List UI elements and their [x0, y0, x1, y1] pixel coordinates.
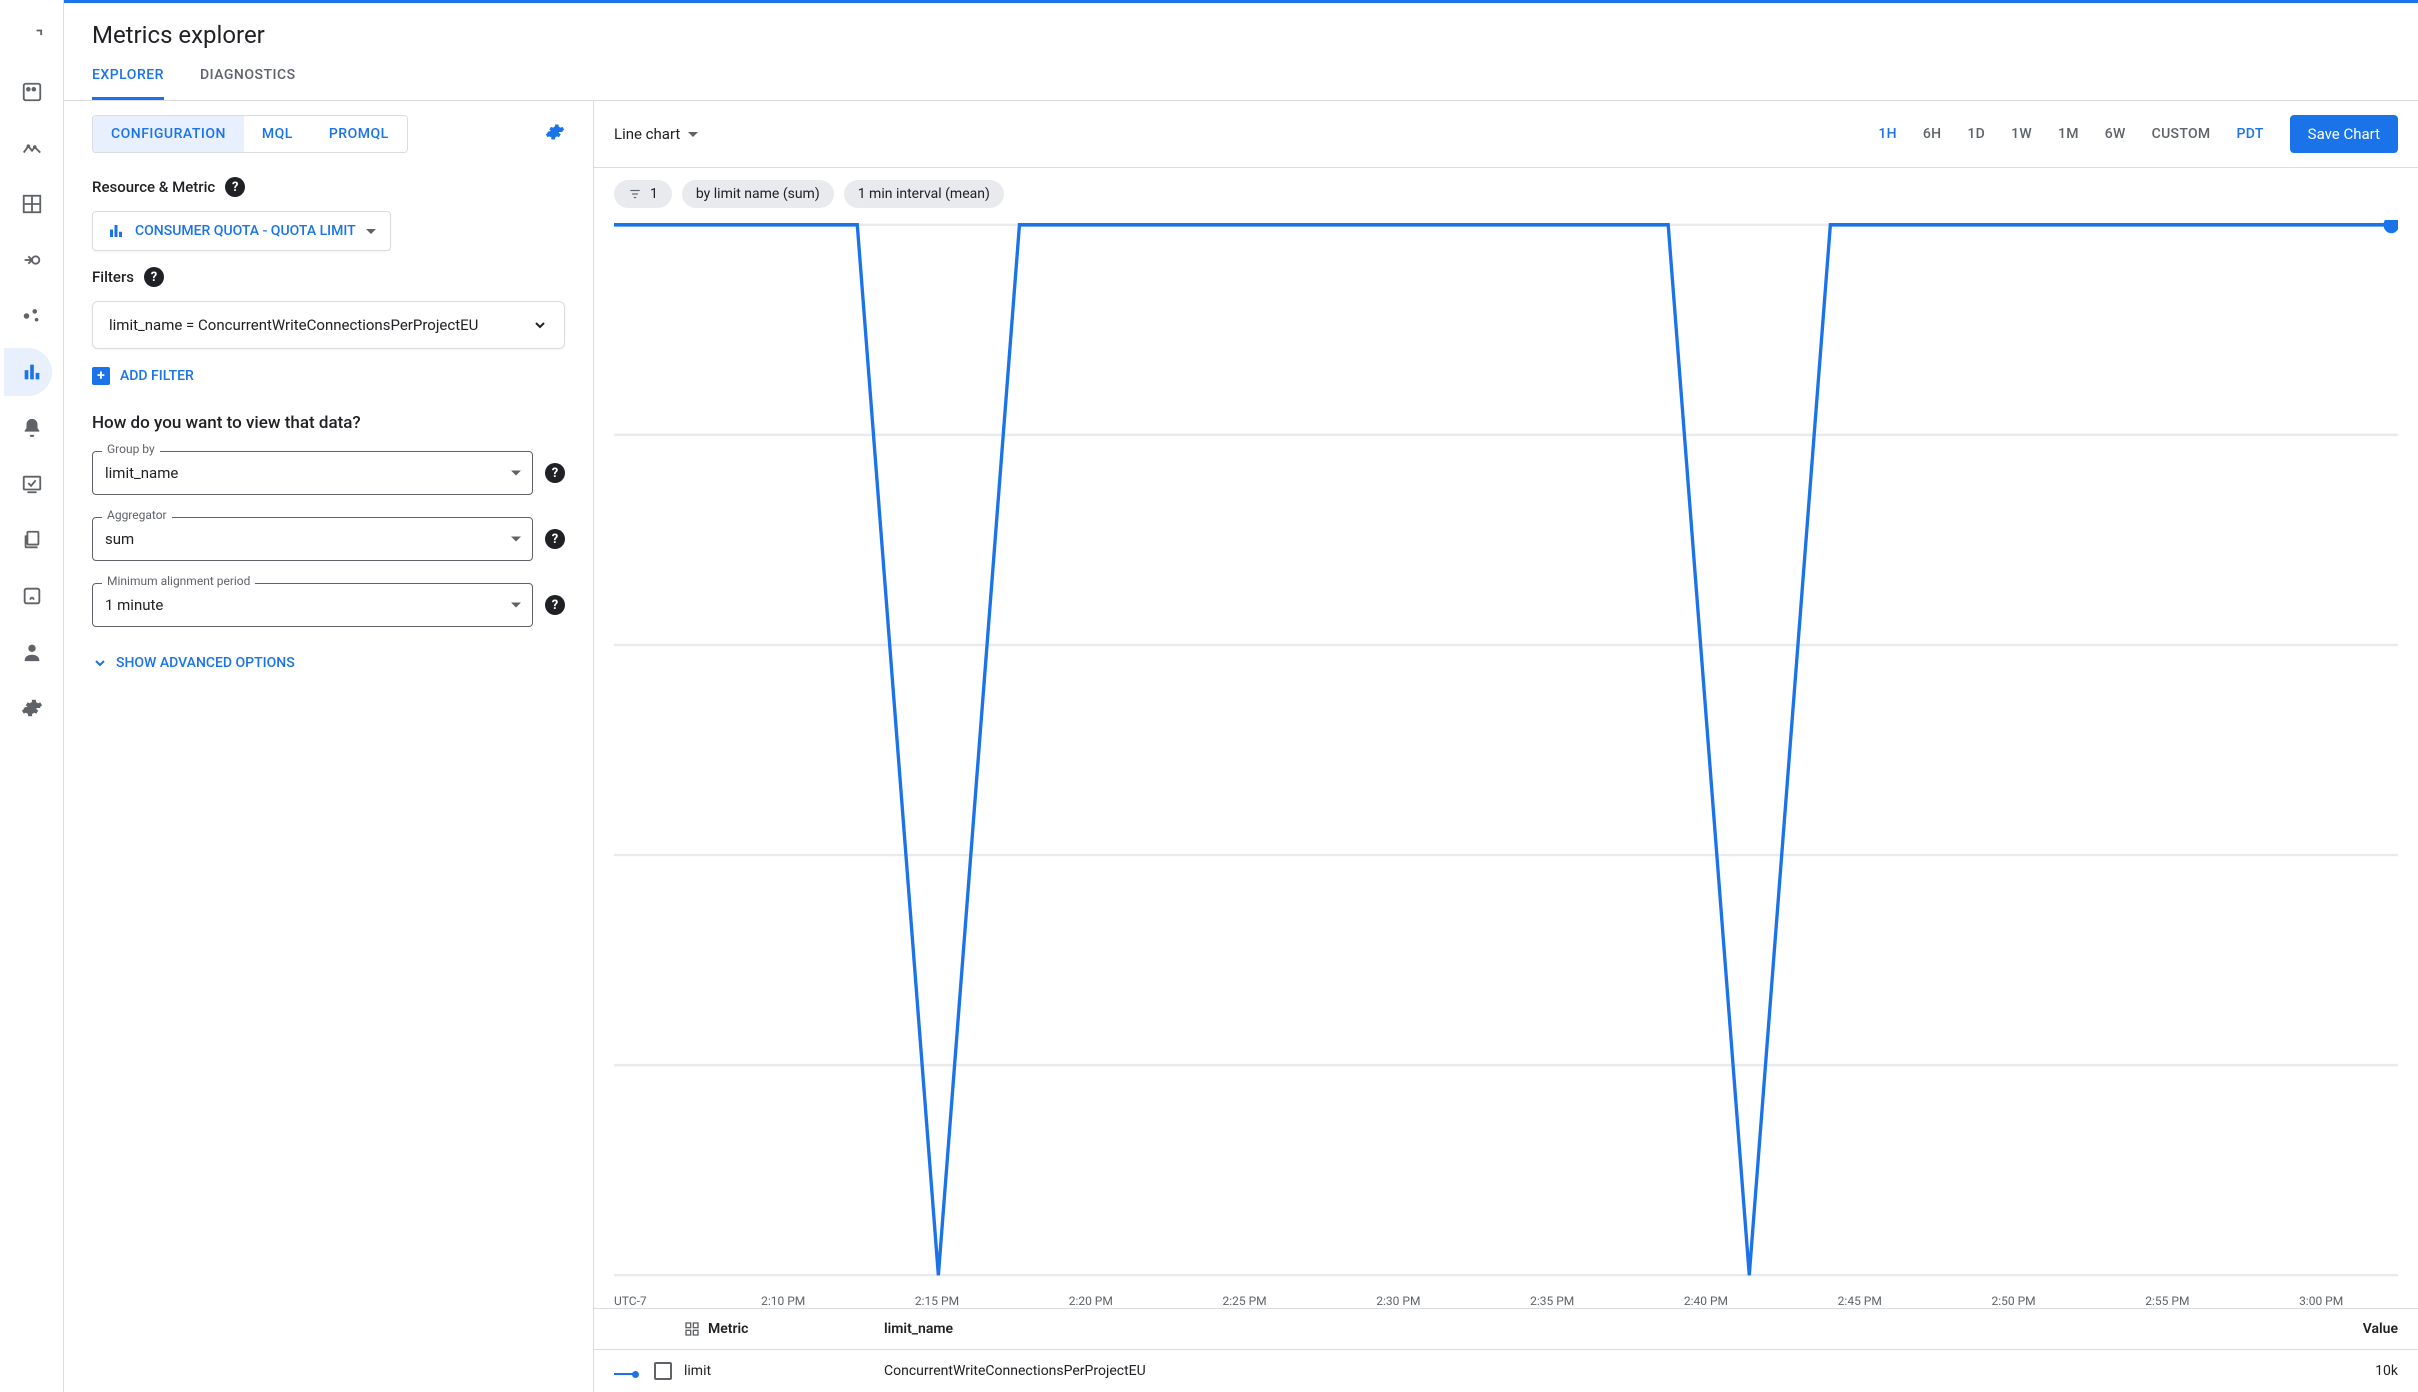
timezone-button[interactable]: PDT	[2236, 126, 2263, 142]
chevron-down-icon	[532, 317, 548, 333]
groupby-chip[interactable]: by limit name (sum)	[682, 180, 834, 208]
page-header: Metrics explorer	[64, 3, 2418, 49]
help-icon[interactable]: ?	[545, 595, 565, 615]
chevron-down-icon	[511, 537, 521, 542]
series-swatch	[614, 1373, 636, 1375]
chart-toolbar: Line chart 1H 6H 1D 1W 1M 6W CUSTOM PDT …	[594, 101, 2418, 168]
help-icon[interactable]: ?	[545, 529, 565, 549]
range-1m[interactable]: 1M	[2058, 126, 2079, 142]
aggregator-field[interactable]: Aggregator sum	[92, 517, 533, 561]
show-advanced-button[interactable]: SHOW ADVANCED OPTIONS	[92, 655, 295, 671]
save-chart-button[interactable]: Save Chart	[2290, 115, 2398, 153]
settings-gear-icon[interactable]	[545, 122, 565, 146]
range-6h[interactable]: 6H	[1923, 126, 1942, 142]
chevron-down-icon	[511, 471, 521, 476]
metric-column-header: Metric	[708, 1321, 748, 1337]
resource-metric-label: Resource & Metric ?	[92, 177, 565, 197]
chart-plot-area[interactable]	[594, 220, 2418, 1288]
nav-alerts-icon[interactable]	[4, 404, 52, 452]
grid-icon	[684, 1321, 700, 1337]
chevron-down-icon	[511, 603, 521, 608]
config-panel: CONFIGURATION MQL PROMQL Resource & Metr…	[64, 101, 594, 1392]
chevron-down-icon	[688, 132, 698, 137]
view-question-label: How do you want to view that data?	[92, 413, 565, 433]
tab-explorer[interactable]: EXPLORER	[92, 67, 164, 100]
series-limit-name: ConcurrentWriteConnectionsPerProjectEU	[884, 1363, 2318, 1379]
nav-monitoring-icon[interactable]	[4, 12, 52, 60]
chevron-down-icon	[366, 229, 376, 234]
metric-selector[interactable]: CONSUMER QUOTA - QUOTA LIMIT	[92, 211, 391, 251]
legend-row[interactable]: limit ConcurrentWriteConnectionsPerProje…	[594, 1350, 2418, 1392]
help-icon[interactable]: ?	[225, 177, 245, 197]
query-mode-tabs: CONFIGURATION MQL PROMQL	[92, 115, 408, 153]
left-nav	[0, 0, 64, 1392]
chart-chips: 1 by limit name (sum) 1 min interval (me…	[594, 168, 2418, 220]
series-checkbox[interactable]	[654, 1362, 672, 1380]
nav-explorer-icon[interactable]	[4, 348, 52, 396]
main-tabs: EXPLORER DIAGNOSTICS	[64, 49, 2418, 101]
page-title: Metrics explorer	[92, 21, 2390, 49]
value-column-header: Value	[2318, 1321, 2398, 1337]
filter-count-chip[interactable]: 1	[614, 180, 672, 208]
range-1d[interactable]: 1D	[1967, 126, 1985, 142]
nav-user-icon[interactable]	[4, 628, 52, 676]
nav-debug-icon[interactable]	[4, 572, 52, 620]
alignment-period-field[interactable]: Minimum alignment period 1 minute	[92, 583, 533, 627]
x-axis-labels: UTC-72:10 PM2:15 PM2:20 PM2:25 PM2:30 PM…	[594, 1288, 2418, 1308]
legend-table: Metric limit_name Value limit Concurrent…	[594, 1308, 2418, 1392]
nav-services-icon[interactable]	[4, 292, 52, 340]
filter-icon	[628, 187, 642, 201]
nav-metrics-icon[interactable]	[4, 124, 52, 172]
series-value: 10k	[2318, 1363, 2398, 1379]
tab-diagnostics[interactable]: DIAGNOSTICS	[200, 67, 296, 100]
range-1w[interactable]: 1W	[2011, 126, 2032, 142]
subtab-promql[interactable]: PROMQL	[311, 116, 407, 152]
interval-chip[interactable]: 1 min interval (mean)	[844, 180, 1004, 208]
nav-dashboard-icon[interactable]	[4, 68, 52, 116]
limit-name-column-header: limit_name	[884, 1321, 2318, 1337]
chart-panel: Line chart 1H 6H 1D 1W 1M 6W CUSTOM PDT …	[594, 101, 2418, 1392]
subtab-configuration[interactable]: CONFIGURATION	[93, 116, 244, 152]
filters-label: Filters ?	[92, 267, 565, 287]
time-range-selector: 1H 6H 1D 1W 1M 6W CUSTOM PDT Save Chart	[1878, 115, 2398, 153]
range-6w[interactable]: 6W	[2105, 126, 2126, 142]
chevron-down-icon	[92, 655, 108, 671]
bar-chart-icon	[107, 222, 125, 240]
nav-groups-icon[interactable]	[4, 516, 52, 564]
nav-grid-icon[interactable]	[4, 180, 52, 228]
range-custom[interactable]: CUSTOM	[2152, 126, 2211, 142]
help-icon[interactable]: ?	[144, 267, 164, 287]
range-1h[interactable]: 1H	[1878, 126, 1897, 142]
nav-settings-icon[interactable]	[4, 684, 52, 732]
add-filter-button[interactable]: + ADD FILTER	[92, 367, 194, 385]
help-icon[interactable]: ?	[545, 463, 565, 483]
group-by-field[interactable]: Group by limit_name	[92, 451, 533, 495]
subtab-mql[interactable]: MQL	[244, 116, 311, 152]
chart-type-selector[interactable]: Line chart	[614, 125, 698, 143]
series-metric-name: limit	[684, 1363, 884, 1379]
plus-icon: +	[92, 367, 110, 385]
filter-expression[interactable]: limit_name = ConcurrentWriteConnectionsP…	[92, 301, 565, 349]
nav-uptime-icon[interactable]	[4, 460, 52, 508]
nav-input-icon[interactable]	[4, 236, 52, 284]
